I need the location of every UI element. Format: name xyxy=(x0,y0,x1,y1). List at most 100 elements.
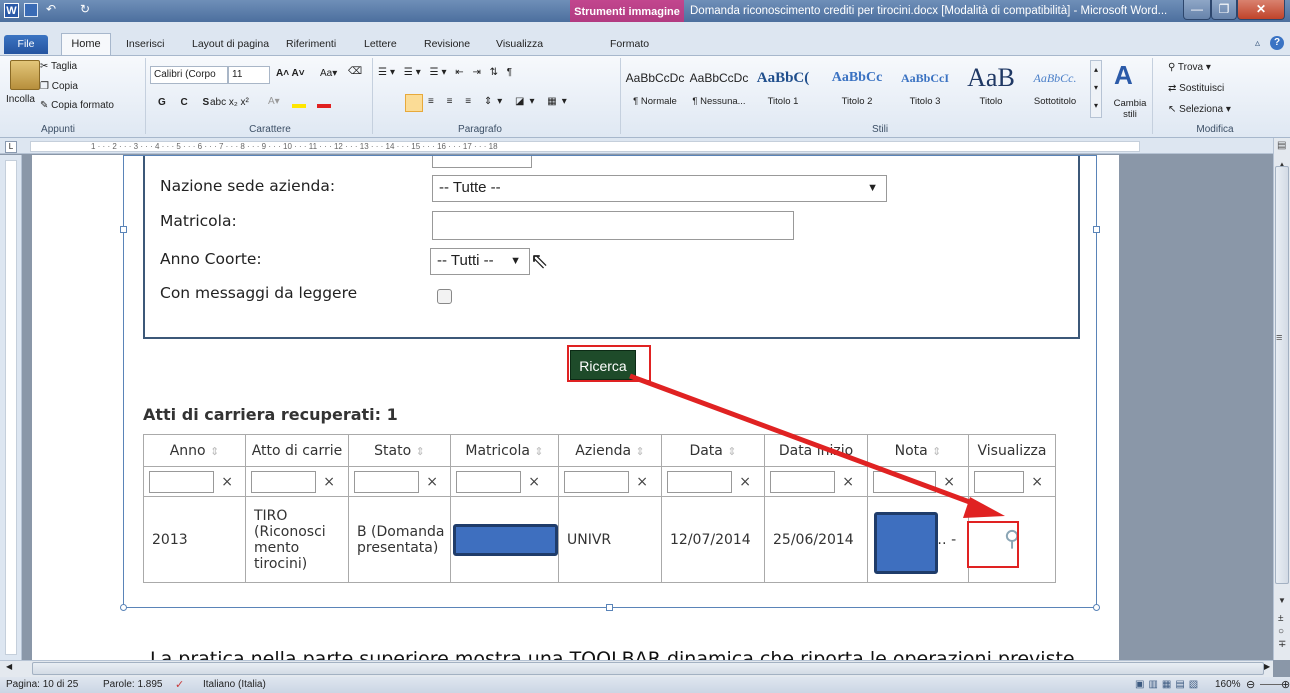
change-styles-button[interactable]: Cambia stili xyxy=(1112,98,1148,120)
clipboard-group-label: Appunti xyxy=(41,124,75,135)
binoculars-icon: ⚲ xyxy=(1168,62,1178,73)
format-painter-label: Copia formato xyxy=(51,100,114,111)
ruler-scale[interactable]: 1 · · · 2 · · · 3 · · · 4 · · · 5 · · · … xyxy=(30,141,1140,152)
window-title: Domanda riconoscimento crediti per tiroc… xyxy=(690,5,1168,17)
style-name: Titolo xyxy=(979,96,1003,107)
save-icon[interactable] xyxy=(24,3,38,17)
minimize-button[interactable]: — xyxy=(1183,0,1211,20)
tab-selector-icon[interactable]: L xyxy=(5,141,17,153)
align-icons[interactable]: ≡ ≡ ≡ ⇕▾ ◪▾ ▦▾ xyxy=(428,96,572,107)
style-preview: AaBbCc xyxy=(831,70,883,85)
select-label: Seleziona xyxy=(1179,104,1224,115)
font-color-icon[interactable] xyxy=(317,104,331,108)
image-selection-frame[interactable] xyxy=(123,155,1097,608)
zoom-in-icon[interactable]: ⊕ xyxy=(1281,678,1290,691)
tab-review[interactable]: Revisione xyxy=(418,34,476,54)
scissors-icon: ✂ xyxy=(40,61,51,72)
resize-handle[interactable] xyxy=(606,604,613,611)
word-count[interactable]: Parole: 1.895 xyxy=(103,679,163,690)
style-no-spacing[interactable]: AaBbCcDc ¶ Nessuna... xyxy=(688,60,750,118)
styles-group-label: Stili xyxy=(871,124,889,135)
list-icons[interactable]: ☰▾ ☰▾ ☰▾ ⇤ ⇥ ⇅ ¶ xyxy=(378,67,515,78)
close-button[interactable]: ✕ xyxy=(1237,0,1285,20)
status-bar xyxy=(0,677,1290,693)
select-button[interactable]: ↖ Seleziona ▾ xyxy=(1168,104,1231,115)
style-heading-3[interactable]: AaBbCcI Titolo 3 xyxy=(894,60,956,118)
change-case-icon[interactable]: Aa▾ xyxy=(320,68,337,79)
clear-format-icon[interactable]: ⌫ xyxy=(348,66,362,77)
vertical-scroll-thumb[interactable] xyxy=(1275,166,1289,584)
cursor-icon: ↖ xyxy=(1168,104,1180,115)
repeat-icon[interactable]: ↻ xyxy=(80,2,90,16)
page-count[interactable]: Pagina: 10 di 25 xyxy=(6,679,78,690)
tab-home[interactable]: Home xyxy=(61,33,111,55)
font-name-select[interactable]: Calibri (Corpo xyxy=(150,66,228,84)
style-preview: AaB xyxy=(967,63,1015,92)
editing-group-label: Modifica xyxy=(1196,124,1234,135)
undo-icon[interactable]: ↶ xyxy=(46,2,56,16)
tab-insert[interactable]: Inserisci xyxy=(120,34,171,54)
divider xyxy=(372,58,373,134)
document-body-text: La pratica nella parte superiore mostra … xyxy=(150,648,1075,660)
change-styles-icon[interactable]: A xyxy=(1114,60,1133,91)
style-title[interactable]: AaB Titolo xyxy=(960,60,1022,118)
style-heading-1[interactable]: AaBbC( Titolo 1 xyxy=(752,60,814,118)
style-name: Sottotitolo xyxy=(1033,96,1077,107)
horizontal-scroll-thumb[interactable] xyxy=(32,662,1264,675)
scroll-down-icon[interactable]: ▼ xyxy=(1278,596,1286,605)
browse-object-icons[interactable]: ± ○ ∓ xyxy=(1278,612,1286,651)
paste-icon[interactable] xyxy=(10,60,40,90)
format-painter-button[interactable]: ✎ Copia formato xyxy=(40,100,114,111)
find-label: Trova xyxy=(1177,62,1204,73)
scroll-right-icon[interactable]: ▶ xyxy=(1264,662,1270,671)
scroll-left-icon[interactable]: ◀ xyxy=(6,662,12,671)
ruler-marks: 1 · · · 2 · · · 3 · · · 4 · · · 5 · · · … xyxy=(91,142,498,151)
resize-handle[interactable] xyxy=(1093,226,1100,233)
maximize-button[interactable]: ❐ xyxy=(1211,0,1237,20)
vertical-ruler-scale[interactable] xyxy=(5,160,17,655)
word-app-icon[interactable]: W xyxy=(4,3,19,18)
resize-handle[interactable] xyxy=(120,604,127,611)
ruler-toggle-icon[interactable]: ▤ xyxy=(1277,140,1286,151)
zoom-level[interactable]: 160% xyxy=(1215,679,1241,690)
replace-button[interactable]: ⇄ Sostituisci xyxy=(1168,83,1224,94)
proofing-icon[interactable]: ✓ xyxy=(175,678,184,691)
resize-handle[interactable] xyxy=(1093,604,1100,611)
text-effects-icon[interactable]: A▾ xyxy=(268,96,280,107)
thumb-grip-icon: ≡ xyxy=(1276,332,1283,344)
tab-view[interactable]: Visualizza xyxy=(490,34,549,54)
bold-italic-underline-icons[interactable]: G C S xyxy=(158,97,215,108)
zoom-slider[interactable] xyxy=(1260,684,1282,685)
zoom-out-icon[interactable]: ⊖ xyxy=(1246,678,1255,691)
tab-page-layout[interactable]: Layout di pagina xyxy=(186,34,275,54)
divider xyxy=(620,58,621,134)
style-heading-2[interactable]: AaBbCc Titolo 2 xyxy=(826,60,888,118)
replace-icon: ⇄ xyxy=(1168,83,1180,94)
divider xyxy=(145,58,146,134)
find-button[interactable]: ⚲ Trova ▾ xyxy=(1168,62,1211,73)
tab-format[interactable]: Formato xyxy=(604,34,655,54)
style-preview: AaBbCcDc xyxy=(625,71,685,85)
cut-button[interactable]: ✂ Taglia xyxy=(40,61,77,72)
style-preview: AaBbC( xyxy=(756,70,810,86)
strikethrough-sub-sup-icons[interactable]: abc x₂ x² xyxy=(210,97,249,108)
style-subtitle[interactable]: AaBbCc. Sottotitolo xyxy=(1024,60,1086,118)
tab-mailings[interactable]: Lettere xyxy=(358,34,403,54)
language-status[interactable]: Italiano (Italia) xyxy=(203,679,266,690)
style-name: Titolo 1 xyxy=(767,96,799,107)
highlight-icon[interactable] xyxy=(292,104,306,108)
tab-file[interactable]: File xyxy=(4,35,48,54)
ribbon-minimize-icon[interactable]: ▵ xyxy=(1255,38,1260,49)
grow-font-icon[interactable]: A˄ A˅ xyxy=(276,68,305,79)
styles-scroll[interactable]: ▴ ▾ ▾ xyxy=(1090,60,1102,118)
style-normal[interactable]: AaBbCcDc ¶ Normale xyxy=(624,60,686,118)
help-icon[interactable]: ? xyxy=(1270,36,1284,50)
tab-references[interactable]: Riferimenti xyxy=(280,34,342,54)
align-left-icon[interactable] xyxy=(405,94,423,112)
copy-button[interactable]: ❐ Copia xyxy=(40,81,78,92)
font-size-select[interactable]: 11 xyxy=(228,66,270,84)
paste-button[interactable]: Incolla xyxy=(6,94,35,105)
view-mode-icons[interactable]: ▣▥▦▤▧ xyxy=(1135,679,1202,690)
divider xyxy=(1152,58,1153,134)
resize-handle[interactable] xyxy=(120,226,127,233)
